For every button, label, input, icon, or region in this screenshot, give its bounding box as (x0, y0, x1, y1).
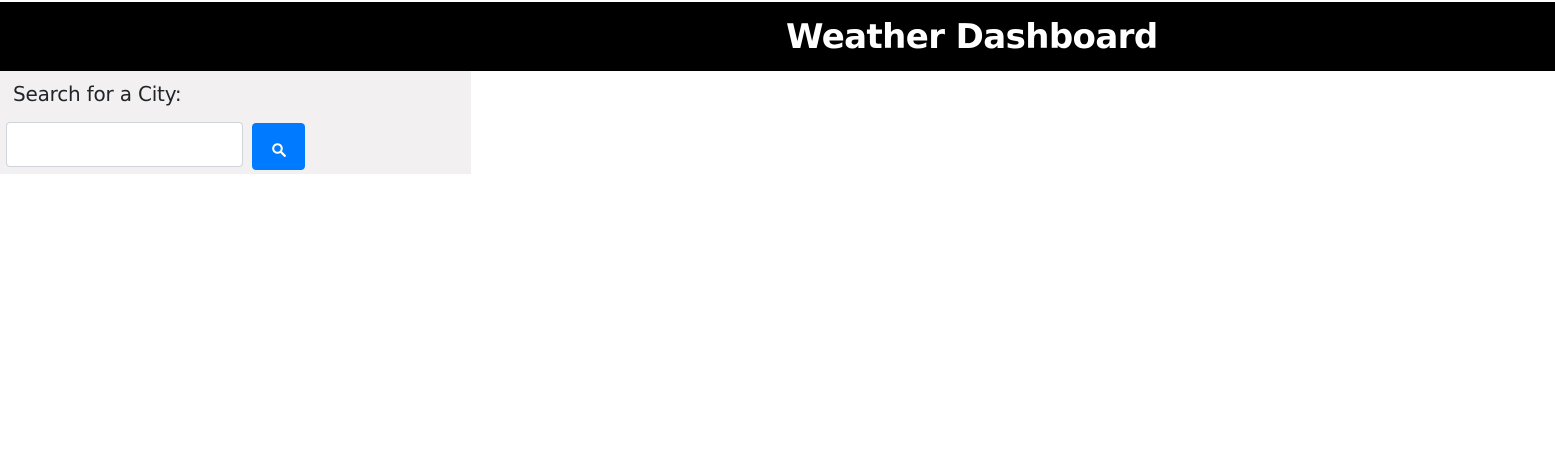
search-icon (272, 143, 286, 157)
city-search-input[interactable] (6, 122, 243, 167)
search-sidebar: Search for a City: (0, 71, 471, 174)
weather-dashboard-page: Weather Dashboard Search for a City: (0, 0, 1555, 454)
search-button[interactable] (252, 123, 305, 170)
header-bar: Weather Dashboard (0, 2, 1555, 71)
search-label: Search for a City: (13, 82, 182, 106)
page-title: Weather Dashboard (786, 17, 1158, 57)
